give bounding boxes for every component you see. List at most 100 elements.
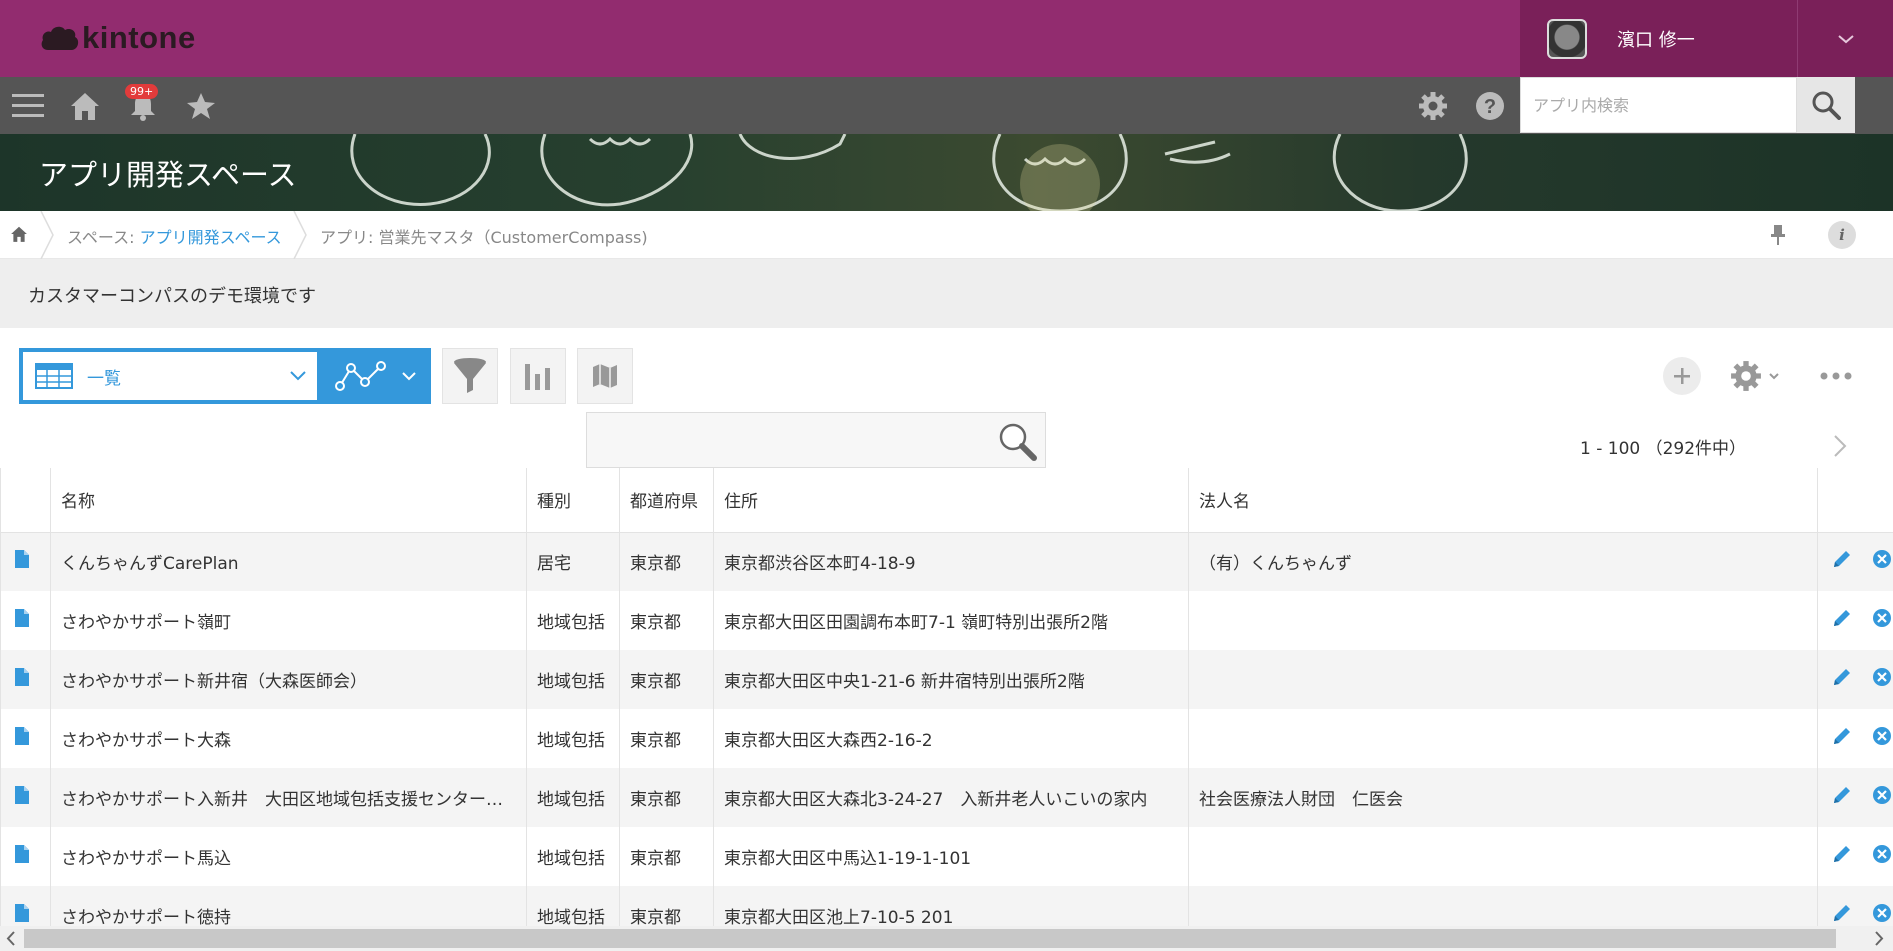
record-detail-link[interactable] xyxy=(0,650,51,709)
delete-record-button[interactable] xyxy=(1872,667,1892,692)
cell-address: 東京都大田区大森西2-16-2 xyxy=(713,709,1189,768)
cell-corporation: 社会医療法人財団 仁医会 xyxy=(1188,768,1818,827)
record-detail-link[interactable] xyxy=(0,768,51,827)
breadcrumb-separator-icon xyxy=(293,211,307,259)
top-header: kintone 濱口 修一 xyxy=(0,0,1893,77)
help-button[interactable]: ? xyxy=(1473,89,1507,123)
home-button[interactable] xyxy=(68,89,102,123)
breadcrumb-app: アプリ: 営業先マスタ（CustomerCompass) xyxy=(320,228,648,247)
column-header-corporation[interactable]: 法人名 xyxy=(1188,468,1818,533)
plus-icon xyxy=(1674,368,1690,384)
star-icon xyxy=(187,93,215,119)
map-icon xyxy=(593,364,617,388)
row-actions xyxy=(1817,827,1893,886)
record-detail-link[interactable] xyxy=(0,591,51,650)
pager-count: 1 - 100 （292件中） xyxy=(1580,439,1747,459)
delete-record-button[interactable] xyxy=(1872,549,1892,574)
delete-record-button[interactable] xyxy=(1872,785,1892,810)
horizontal-scrollbar[interactable] xyxy=(0,926,1893,951)
view-selector[interactable]: 一覧 xyxy=(19,348,321,404)
breadcrumb-home[interactable] xyxy=(10,225,28,247)
cell-corporation: （有）くんちゃんず xyxy=(1188,532,1818,591)
delete-record-button[interactable] xyxy=(1872,844,1892,869)
app-search-input[interactable] xyxy=(1521,78,1796,132)
kintone-logo[interactable]: kintone xyxy=(40,20,196,56)
row-actions xyxy=(1817,650,1893,709)
graph-selector[interactable] xyxy=(321,348,431,404)
column-header-prefecture[interactable]: 都道府県 xyxy=(619,468,714,533)
add-record-button[interactable] xyxy=(1663,357,1701,395)
settings-button[interactable] xyxy=(1416,89,1450,123)
user-account[interactable]: 濱口 修一 xyxy=(1520,0,1797,77)
filter-button[interactable] xyxy=(442,348,498,404)
table-row: さわやかサポート大森 地域包括 東京都 東京都大田区大森西2-16-2 xyxy=(0,709,1893,768)
column-header-name[interactable]: 名称 xyxy=(50,468,527,533)
cell-corporation xyxy=(1188,591,1818,650)
chevron-down-icon xyxy=(1837,34,1854,43)
cell-type: 地域包括 xyxy=(526,886,620,926)
hamburger-icon xyxy=(12,94,44,117)
graph-button[interactable] xyxy=(510,348,566,404)
record-detail-link[interactable] xyxy=(0,709,51,768)
edit-record-button[interactable] xyxy=(1832,667,1852,692)
cell-type: 地域包括 xyxy=(526,709,620,768)
edit-record-button[interactable] xyxy=(1832,726,1852,751)
keyword-search-button[interactable] xyxy=(996,420,1038,466)
space-title: アプリ開発スペース xyxy=(39,158,297,192)
cell-type: 地域包括 xyxy=(526,768,620,827)
cell-name: くんちゃんずCarePlan xyxy=(50,532,527,591)
column-header-address[interactable]: 住所 xyxy=(713,468,1189,533)
delete-icon xyxy=(1873,550,1891,569)
delete-icon xyxy=(1873,727,1891,745)
cell-address: 東京都渋谷区本町4-18-9 xyxy=(713,532,1189,591)
document-icon xyxy=(15,550,29,569)
edit-record-button[interactable] xyxy=(1832,549,1852,574)
table-row: さわやかサポート嶺町 地域包括 東京都 東京都大田区田園調布本町7-1 嶺町特別出張所… xyxy=(0,591,1893,650)
table-header-row: 名称 種別 都道府県 住所 法人名 xyxy=(0,468,1893,533)
document-icon xyxy=(15,904,29,922)
edit-record-button[interactable] xyxy=(1832,844,1852,869)
chevron-right-icon xyxy=(1834,435,1847,457)
cell-name: さわやかサポート大森 xyxy=(50,709,527,768)
magnifier-icon xyxy=(999,423,1037,461)
delete-icon xyxy=(1873,904,1891,922)
map-button[interactable] xyxy=(577,348,633,404)
scrollbar-thumb[interactable] xyxy=(24,929,1836,948)
filter-icon xyxy=(454,358,486,393)
search-icon xyxy=(1812,91,1841,120)
pin-button[interactable] xyxy=(1768,224,1788,250)
cloud-logo-icon xyxy=(41,26,79,50)
menu-button[interactable] xyxy=(11,89,45,123)
app-info-button[interactable]: i xyxy=(1828,221,1856,249)
delete-record-button[interactable] xyxy=(1872,726,1892,751)
table-row: くんちゃんずCarePlan 居宅 東京都 東京都渋谷区本町4-18-9 （有）くんちゃ… xyxy=(0,532,1893,591)
scroll-left-icon[interactable] xyxy=(4,929,18,948)
record-detail-link[interactable] xyxy=(0,886,51,926)
more-options-button[interactable] xyxy=(1818,362,1854,390)
edit-record-button[interactable] xyxy=(1832,785,1852,810)
notification-badge: 99+ xyxy=(125,84,159,99)
delete-record-button[interactable] xyxy=(1872,608,1892,633)
scroll-right-icon[interactable] xyxy=(1872,929,1886,948)
app-search-button[interactable] xyxy=(1797,77,1855,133)
cell-type: 地域包括 xyxy=(526,650,620,709)
user-menu-toggle[interactable] xyxy=(1797,0,1893,77)
cell-type: 地域包括 xyxy=(526,827,620,886)
keyword-search-input[interactable] xyxy=(587,413,1045,467)
keyword-search xyxy=(586,412,1046,468)
cell-prefecture: 東京都 xyxy=(619,768,714,827)
record-detail-link[interactable] xyxy=(0,532,51,591)
app-settings-button[interactable] xyxy=(1730,356,1790,396)
row-actions xyxy=(1817,886,1893,926)
column-header-type[interactable]: 種別 xyxy=(526,468,620,533)
delete-record-button[interactable] xyxy=(1872,903,1892,926)
pager-next-button[interactable] xyxy=(1832,434,1848,462)
record-detail-link[interactable] xyxy=(0,827,51,886)
gear-icon xyxy=(1419,92,1447,120)
edit-record-button[interactable] xyxy=(1832,608,1852,633)
edit-record-button[interactable] xyxy=(1832,903,1852,926)
record-list: 名称 種別 都道府県 住所 法人名 くんちゃんずCarePlan 居宅 東京都 東京都… xyxy=(0,468,1893,926)
breadcrumb-space-link[interactable]: アプリ開発スペース xyxy=(140,228,282,247)
favorites-button[interactable] xyxy=(184,89,218,123)
info-icon: i xyxy=(1839,226,1845,244)
